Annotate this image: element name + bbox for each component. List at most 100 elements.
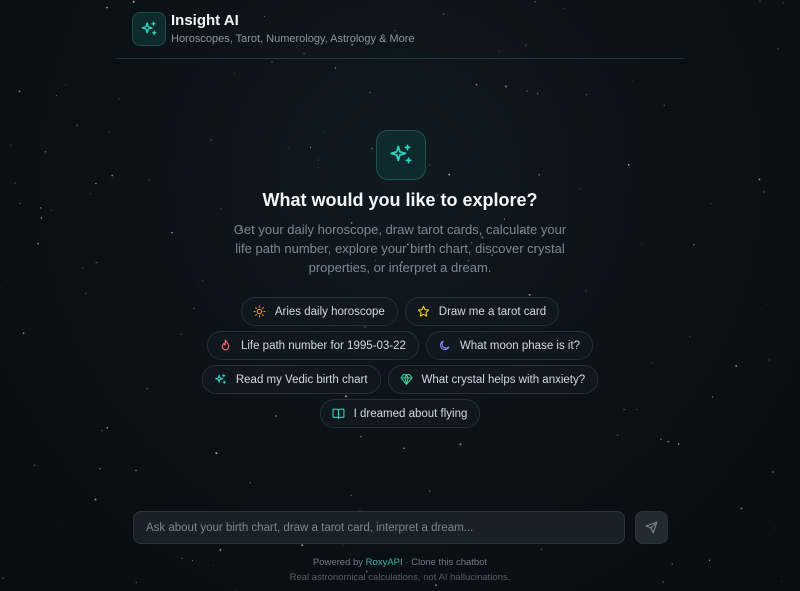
clone-chatbot-link[interactable]: Clone this chatbot xyxy=(411,557,487,568)
star-dot xyxy=(428,164,431,166)
suggestion-row: Aries daily horoscope Draw me a tarot ca… xyxy=(0,297,800,326)
star-dot xyxy=(100,429,103,432)
star-dot xyxy=(505,85,508,88)
star-dot xyxy=(10,144,12,146)
star-dot xyxy=(44,151,47,153)
star-dot xyxy=(667,440,670,443)
roxyapi-link[interactable]: RoxyAPI xyxy=(366,557,403,568)
suggestion-label: What moon phase is it? xyxy=(459,339,581,352)
star-dot xyxy=(99,467,102,470)
star-dot xyxy=(301,544,304,547)
star-dot xyxy=(108,131,110,134)
star-dot xyxy=(663,104,665,107)
star-icon xyxy=(417,305,431,319)
suggestion-label: Read my Vedic birth chart xyxy=(235,373,368,386)
star-dot xyxy=(641,243,643,244)
chat-input[interactable] xyxy=(134,512,624,543)
star-dot xyxy=(309,146,312,149)
star-dot xyxy=(771,470,774,474)
star-dot xyxy=(233,72,235,74)
suggestion-chip-tarot[interactable]: Draw me a tarot card xyxy=(404,297,560,326)
star-dot xyxy=(210,138,213,141)
star-dot xyxy=(540,548,543,550)
app-subtitle: Horoscopes, Tarot, Numerology, Astrology… xyxy=(171,33,415,45)
sparkles-icon xyxy=(214,373,228,387)
star-dot xyxy=(677,443,680,445)
powered-by-text: Powered by xyxy=(312,557,366,568)
app-header: Insight AI Horoscopes, Tarot, Numerology… xyxy=(116,0,684,59)
suggestion-row: I dreamed about flying xyxy=(0,399,800,428)
star-dot xyxy=(249,482,251,484)
sparkles-icon xyxy=(390,144,412,164)
footer-tagline: Real astronomical calculations, not AI h… xyxy=(289,572,511,583)
star-dot xyxy=(782,2,784,4)
star-dot xyxy=(148,179,150,181)
star-dot xyxy=(235,589,237,591)
sparkles-icon xyxy=(141,21,157,35)
moon-icon xyxy=(438,339,452,353)
star-dot xyxy=(773,527,776,529)
star-dot xyxy=(711,396,714,398)
star-dot xyxy=(61,520,63,522)
suggestion-label: Draw me a tarot card xyxy=(438,305,547,318)
suggestion-chip-dream[interactable]: I dreamed about flying xyxy=(319,399,481,428)
star-dot xyxy=(616,434,619,437)
star-dot xyxy=(526,90,528,92)
star-dot xyxy=(528,293,531,296)
footer-powered-by: Powered by RoxyAPI · Clone this chatbot xyxy=(0,557,800,568)
star-dot xyxy=(369,91,371,94)
suggestion-chip-crystal[interactable]: What crystal helps with anxiety? xyxy=(387,365,599,394)
star-dot xyxy=(538,173,541,176)
star-dot xyxy=(631,80,633,82)
star-dot xyxy=(758,178,761,181)
suggestion-chip-moon[interactable]: What moon phase is it? xyxy=(425,331,594,360)
star-dot xyxy=(95,261,98,264)
starfield-background xyxy=(0,0,784,591)
star-dot xyxy=(95,182,97,185)
app-title: Insight AI xyxy=(171,12,239,29)
suggestion-chip-vedic[interactable]: Read my Vedic birth chart xyxy=(201,365,381,394)
star-dot xyxy=(363,325,367,329)
star-dot xyxy=(106,6,108,9)
hero-icon-box xyxy=(376,130,426,180)
star-dot xyxy=(344,395,348,398)
star-dot xyxy=(435,584,437,586)
hero-title: What would you like to explore? xyxy=(262,190,538,210)
suggestion-label: Life path number for 1995-03-22 xyxy=(240,339,406,352)
suggestion-chip-aries[interactable]: Aries daily horoscope xyxy=(240,297,398,326)
star-dot xyxy=(585,94,587,96)
star-dot xyxy=(215,452,218,455)
suggestion-label: Aries daily horoscope xyxy=(274,305,385,318)
star-dot xyxy=(360,436,362,438)
star-dot xyxy=(118,98,120,100)
star-dot xyxy=(448,173,451,176)
star-dot xyxy=(171,231,173,234)
star-dot xyxy=(76,124,79,127)
star-dot xyxy=(403,447,405,450)
send-button[interactable] xyxy=(635,511,668,544)
star-dot xyxy=(475,83,478,86)
send-icon xyxy=(645,521,658,534)
star-dot xyxy=(627,164,630,166)
star-dot xyxy=(202,279,204,281)
star-dot xyxy=(660,438,662,440)
star-dot xyxy=(33,464,36,467)
star-dot xyxy=(459,443,462,446)
star-dot xyxy=(18,90,21,93)
suggestion-row: Read my Vedic birth chart What crystal h… xyxy=(0,365,800,394)
star-dot xyxy=(40,217,43,219)
chat-input-container xyxy=(133,511,625,544)
star-dot xyxy=(14,182,17,184)
star-dot xyxy=(271,61,273,63)
flame-icon xyxy=(219,339,233,353)
suggestion-label: What crystal helps with anxiety? xyxy=(421,373,586,386)
suggestion-chip-life-path[interactable]: Life path number for 1995-03-22 xyxy=(206,331,419,360)
app-root: Insight AI Horoscopes, Tarot, Numerology… xyxy=(0,0,800,591)
app-logo xyxy=(132,12,166,46)
star-dot xyxy=(85,292,87,295)
star-dot xyxy=(37,242,39,245)
star-dot xyxy=(650,362,653,364)
footer-separator: · xyxy=(402,557,412,568)
star-dot xyxy=(536,92,539,95)
star-dot xyxy=(135,469,137,472)
